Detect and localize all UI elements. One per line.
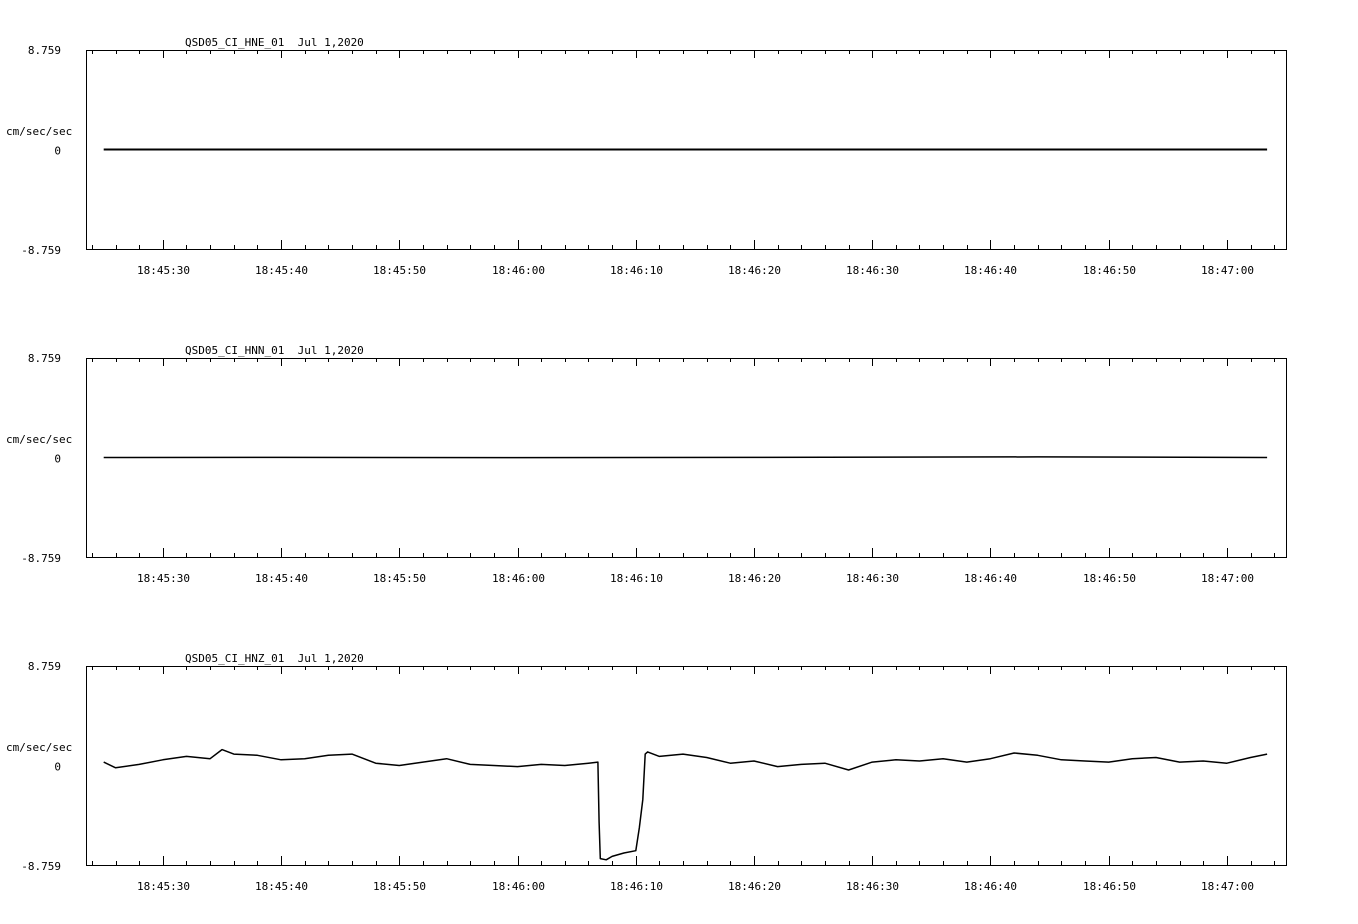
seismogram-panel-1: QSD05_CI_HNE_01 Jul 1,2020 cm/sec/sec 8.75… xyxy=(6,36,1287,277)
x-tick-label: 18:47:00 xyxy=(1201,880,1254,893)
y-tick-label-bottom: -8.759 xyxy=(21,860,61,873)
y-tick-label-top: 8.759 xyxy=(28,660,61,673)
x-tick-label: 18:46:00 xyxy=(492,880,545,893)
x-tick-label: 18:46:00 xyxy=(492,264,545,277)
x-tick-label: 18:46:30 xyxy=(846,572,899,585)
y-tick-label-zero: 0 xyxy=(54,761,61,774)
y-tick-label-zero: 0 xyxy=(54,453,61,466)
panel-title: QSD05_CI_HNE_01 Jul 1,2020 xyxy=(185,36,364,49)
x-tick-label: 18:46:40 xyxy=(964,264,1017,277)
y-tick-label-bottom: -8.759 xyxy=(21,552,61,565)
x-tick-label: 18:47:00 xyxy=(1201,572,1254,585)
x-tick-label: 18:45:50 xyxy=(373,264,426,277)
x-tick-label: 18:46:40 xyxy=(964,880,1017,893)
x-tick-label: 18:46:10 xyxy=(610,264,663,277)
seismogram-panel-3: QSD05_CI_HNZ_01 Jul 1,2020 cm/sec/sec 8.75… xyxy=(6,652,1287,893)
x-tick-label: 18:46:20 xyxy=(728,264,781,277)
y-tick-label-bottom: -8.759 xyxy=(21,244,61,257)
x-tick-label: 18:46:50 xyxy=(1083,264,1136,277)
x-tick-label: 18:45:40 xyxy=(255,572,308,585)
y-axis-label: cm/sec/sec xyxy=(6,125,72,138)
x-tick-label: 18:45:40 xyxy=(255,880,308,893)
x-tick-label: 18:45:30 xyxy=(137,572,190,585)
x-tick-label: 18:45:50 xyxy=(373,572,426,585)
x-tick-label: 18:46:50 xyxy=(1083,572,1136,585)
x-tick-label: 18:46:00 xyxy=(492,572,545,585)
x-tick-label: 18:46:30 xyxy=(846,264,899,277)
x-tick-label: 18:46:40 xyxy=(964,572,1017,585)
seismogram-figure: QSD05_CI_HNE_01 Jul 1,2020 cm/sec/sec 8.75… xyxy=(6,36,1287,893)
y-axis-label: cm/sec/sec xyxy=(6,433,72,446)
y-axis-label: cm/sec/sec xyxy=(6,741,72,754)
x-tick-label: 18:45:40 xyxy=(255,264,308,277)
y-tick-label-top: 8.759 xyxy=(28,44,61,57)
x-tick-label: 18:45:30 xyxy=(137,264,190,277)
x-tick-label: 18:46:10 xyxy=(610,880,663,893)
x-tick-label: 18:46:20 xyxy=(728,572,781,585)
x-tick-label: 18:46:30 xyxy=(846,880,899,893)
panel-title: QSD05_CI_HNN_01 Jul 1,2020 xyxy=(185,344,364,357)
waveform-trace xyxy=(103,748,1268,861)
x-tick-label: 18:45:30 xyxy=(137,880,190,893)
x-tick-label: 18:46:50 xyxy=(1083,880,1136,893)
y-tick-label-zero: 0 xyxy=(54,145,61,158)
waveform-trace xyxy=(103,456,1268,459)
y-tick-label-top: 8.759 xyxy=(28,352,61,365)
x-tick-label: 18:47:00 xyxy=(1201,264,1254,277)
x-tick-label: 18:45:50 xyxy=(373,880,426,893)
x-tick-label: 18:46:20 xyxy=(728,880,781,893)
x-tick-label: 18:46:10 xyxy=(610,572,663,585)
seismogram-panel-2: QSD05_CI_HNN_01 Jul 1,2020 cm/sec/sec 8.75… xyxy=(6,344,1287,585)
panel-title: QSD05_CI_HNZ_01 Jul 1,2020 xyxy=(185,652,364,665)
plot-frame xyxy=(86,666,1287,866)
